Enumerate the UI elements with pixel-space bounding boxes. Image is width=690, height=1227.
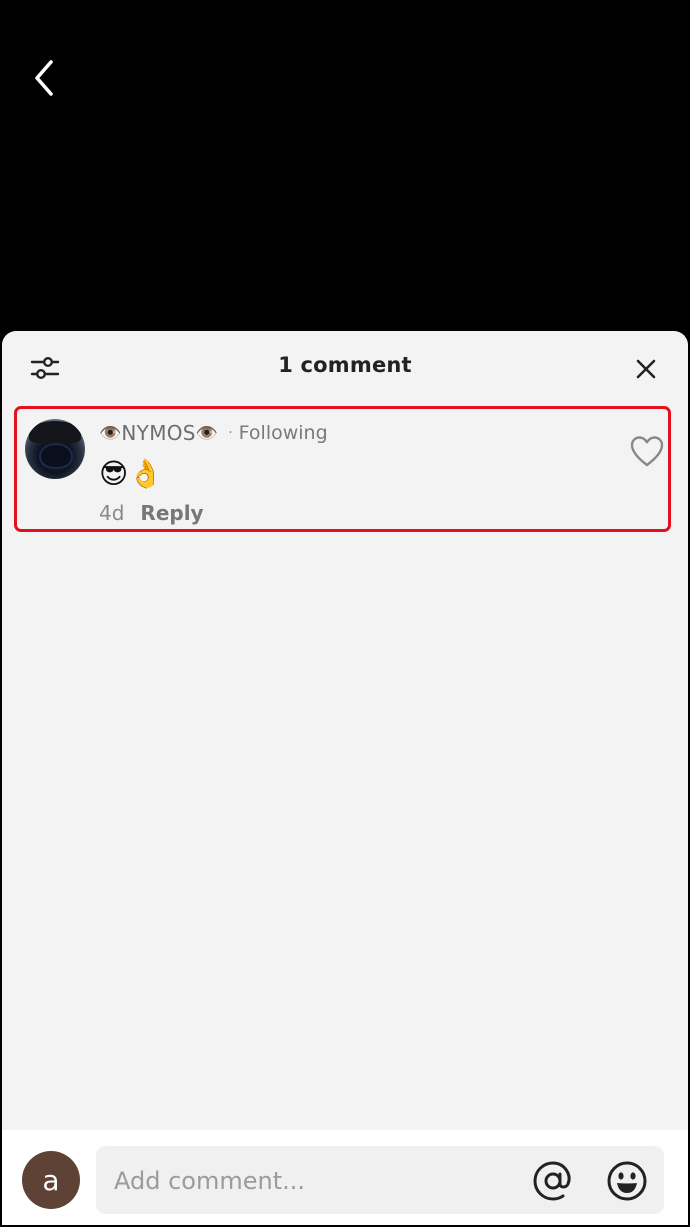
comment-time: 4d (99, 501, 125, 525)
sheet-title: 1 comment (278, 353, 412, 377)
commenter-avatar[interactable] (25, 419, 85, 479)
comment-header: 👁️ NYMOS 👁️ · Following (99, 419, 328, 447)
chevron-left-icon (35, 60, 53, 96)
smiley-icon (607, 1161, 647, 1201)
heart-outline-icon (630, 436, 664, 467)
comment-meta: 4d Reply (99, 501, 204, 525)
mention-button[interactable] (532, 1160, 574, 1202)
comment-input-container (96, 1146, 664, 1216)
sheet-header: 1 comment (2, 331, 688, 403)
comment-text: 😎👌 (99, 457, 164, 490)
reply-button[interactable]: Reply (140, 501, 203, 525)
separator-dot: · (228, 425, 233, 441)
emoji-button[interactable] (606, 1160, 648, 1202)
like-button[interactable] (629, 435, 665, 469)
comments-sheet: 1 comment 👁️ NYMOS 👁️ · Following 😎👌 4d … (2, 331, 688, 1225)
current-user-avatar[interactable]: a (22, 1151, 80, 1209)
following-label: Following (238, 422, 328, 444)
comment-composer: a (2, 1130, 688, 1225)
close-icon (636, 359, 656, 379)
comment-input[interactable] (112, 1146, 516, 1216)
comment-item[interactable]: 👁️ NYMOS 👁️ · Following 😎👌 4d Reply (14, 406, 671, 532)
eye-emoji-icon: 👁️ (99, 422, 122, 444)
eye-emoji-icon: 👁️ (195, 422, 219, 444)
back-button[interactable] (26, 56, 62, 100)
at-sign-icon (533, 1161, 571, 1201)
close-button[interactable] (632, 355, 660, 383)
commenter-username[interactable]: NYMOS (121, 421, 195, 445)
